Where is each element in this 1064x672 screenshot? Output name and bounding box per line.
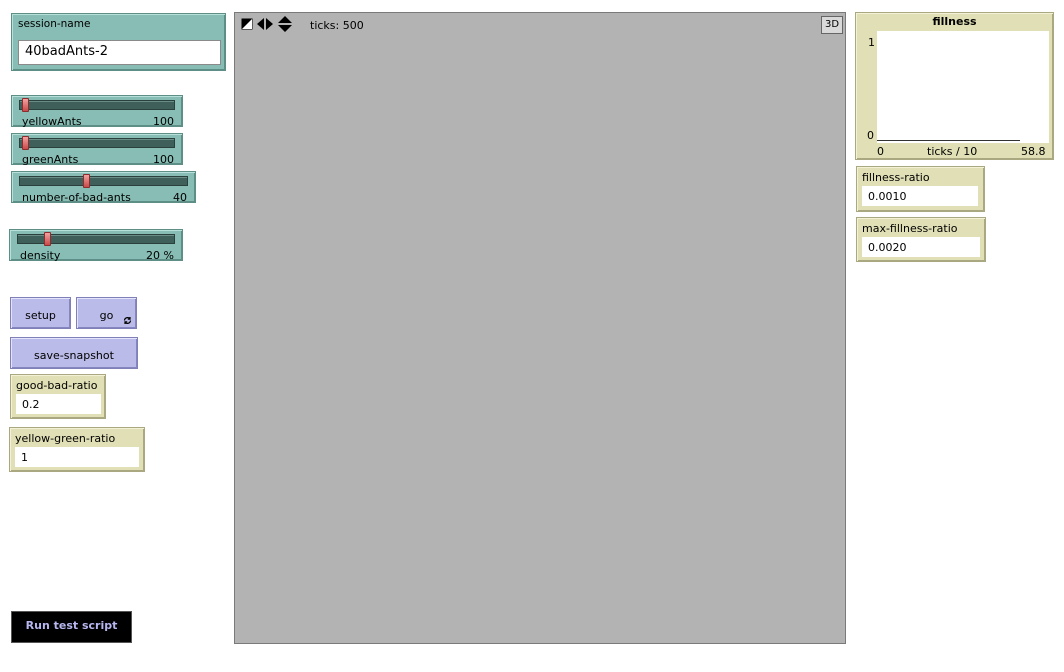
up-down-icon[interactable] [278,16,292,32]
slider-track[interactable] [19,138,175,148]
run-test-script-button[interactable]: Run test script [11,611,132,643]
monitor-value: 0.0010 [862,186,978,206]
slider-value: 20 % [146,249,174,262]
slider-thumb[interactable] [83,174,90,188]
monitor-value: 0.0020 [862,237,980,257]
monitor-label: fillness-ratio [862,171,930,184]
save-snapshot-button-label: save-snapshot [34,349,114,362]
setup-button-label: setup [25,309,56,322]
slider-number-of-bad-ants[interactable]: number-of-bad-ants 40 [11,171,196,204]
plot-canvas [877,31,1049,143]
slider-name: greenAnts [22,153,79,166]
slider-name: density [20,249,61,262]
save-snapshot-button[interactable]: save-snapshot [10,337,138,369]
world-view[interactable]: ticks: 500 3D [234,12,846,644]
slider-yellowants[interactable]: yellowAnts 100 [11,95,183,128]
3d-button[interactable]: 3D [821,16,843,34]
yellow-green-ratio-monitor: yellow-green-ratio 1 [9,427,145,472]
slider-value: 100 [153,153,174,166]
session-name-box: session-name 40badAnts-2 [11,13,226,71]
fillness-ratio-monitor: fillness-ratio 0.0010 [856,166,985,212]
fillness-plot: fillness 1 0 0 ticks / 10 58.8 [855,12,1054,160]
slider-name: yellowAnts [22,115,82,128]
slider-greenants[interactable]: greenAnts 100 [11,133,183,166]
plot-x-axis-line [877,140,1020,141]
slider-value: 40 [173,191,187,204]
go-button[interactable]: go [76,297,137,329]
plot-title: fillness [932,15,977,28]
session-name-label: session-name [18,18,91,30]
plot-y-min: 0 [867,129,874,142]
plot-x-min: 0 [877,145,884,158]
wrap-icon[interactable] [241,18,253,30]
slider-density[interactable]: density 20 % [9,229,183,262]
good-bad-ratio-monitor: good-bad-ratio 0.2 [10,374,106,419]
ticks-counter: ticks: 500 [310,19,364,32]
monitor-value: 1 [15,447,139,467]
monitor-label: good-bad-ratio [16,379,98,392]
max-fillness-ratio-monitor: max-fillness-ratio 0.0020 [856,217,986,262]
plot-x-max: 58.8 [1021,145,1046,158]
monitor-label: max-fillness-ratio [862,222,958,235]
setup-button[interactable]: setup [10,297,71,329]
slider-thumb[interactable] [44,232,51,246]
monitor-label: yellow-green-ratio [15,432,116,445]
slider-value: 100 [153,115,174,128]
plot-x-axis-label: ticks / 10 [927,145,978,158]
slider-track[interactable] [17,234,175,244]
monitor-value: 0.2 [16,394,101,414]
plot-y-max: 1 [868,36,875,49]
left-right-icon[interactable] [257,18,273,30]
slider-thumb[interactable] [22,98,29,112]
session-name-input[interactable]: 40badAnts-2 [18,40,221,65]
slider-track[interactable] [19,176,188,186]
forever-icon [123,316,132,325]
slider-name: number-of-bad-ants [22,191,131,204]
slider-thumb[interactable] [22,136,29,150]
slider-track[interactable] [19,100,175,110]
